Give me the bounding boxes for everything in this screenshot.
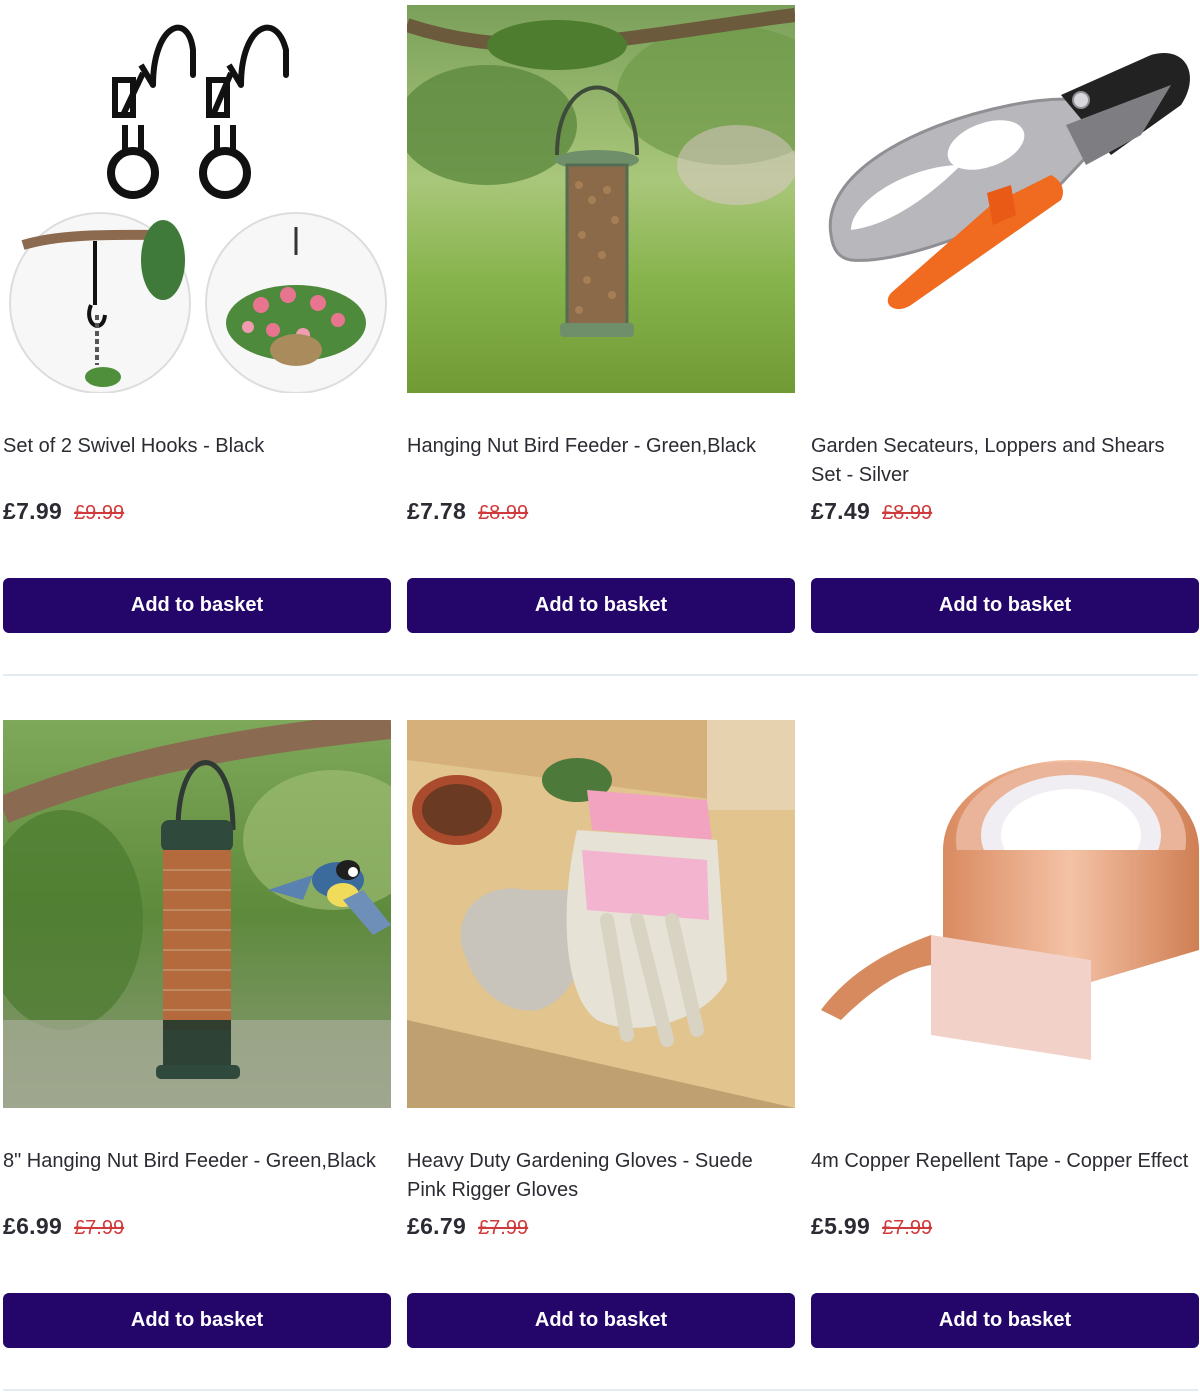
product-card: 8" Hanging Nut Bird Feeder - Green,Black… [3, 715, 391, 1355]
product-title[interactable]: Hanging Nut Bird Feeder - Green,Black [407, 432, 795, 461]
product-title[interactable]: Set of 2 Swivel Hooks - Black [3, 432, 391, 461]
nut-bird-feeder-image [407, 5, 795, 393]
product-title[interactable]: Garden Secateurs, Loppers and Shears Set… [811, 432, 1199, 490]
row-divider [3, 674, 1198, 676]
product-card: 4m Copper Repellent Tape - Copper Effect… [811, 715, 1199, 1355]
product-card: Set of 2 Swivel Hooks - Black £7.99 £9.9… [3, 0, 391, 640]
price-line: £6.99 £7.99 [3, 1213, 124, 1240]
product-image[interactable] [407, 720, 795, 1108]
bird-feeder-with-bird-image [3, 720, 391, 1108]
old-price: £9.99 [74, 502, 125, 524]
add-to-basket-button[interactable]: Add to basket [3, 578, 391, 633]
old-price: £8.99 [882, 502, 933, 524]
product-card: Hanging Nut Bird Feeder - Green,Black £7… [407, 0, 795, 640]
old-price: £7.99 [882, 1217, 933, 1239]
gardening-gloves-image [407, 720, 795, 1108]
current-price: £7.78 [407, 498, 467, 524]
old-price: £8.99 [478, 502, 529, 524]
product-image[interactable] [811, 720, 1199, 1108]
add-to-basket-button[interactable]: Add to basket [811, 578, 1199, 633]
price-line: £7.99 £9.99 [3, 498, 124, 525]
current-price: £6.79 [407, 1213, 467, 1239]
current-price: £6.99 [3, 1213, 63, 1239]
row-divider [3, 1389, 1198, 1391]
price-line: £7.49 £8.99 [811, 498, 932, 525]
price-line: £5.99 £7.99 [811, 1213, 932, 1240]
swivel-hooks-image [3, 5, 391, 393]
product-title[interactable]: 8" Hanging Nut Bird Feeder - Green,Black [3, 1147, 391, 1176]
product-title[interactable]: 4m Copper Repellent Tape - Copper Effect [811, 1147, 1199, 1176]
old-price: £7.99 [74, 1217, 125, 1239]
product-image[interactable] [407, 5, 795, 393]
product-card: Garden Secateurs, Loppers and Shears Set… [811, 0, 1199, 640]
product-title[interactable]: Heavy Duty Gardening Gloves - Suede Pink… [407, 1147, 795, 1205]
current-price: £5.99 [811, 1213, 871, 1239]
product-image[interactable] [3, 720, 391, 1108]
secateurs-image [811, 5, 1199, 393]
product-card: Heavy Duty Gardening Gloves - Suede Pink… [407, 715, 795, 1355]
price-line: £7.78 £8.99 [407, 498, 528, 525]
old-price: £7.99 [478, 1217, 529, 1239]
current-price: £7.99 [3, 498, 63, 524]
current-price: £7.49 [811, 498, 871, 524]
add-to-basket-button[interactable]: Add to basket [407, 578, 795, 633]
price-line: £6.79 £7.99 [407, 1213, 528, 1240]
add-to-basket-button[interactable]: Add to basket [407, 1293, 795, 1348]
product-image[interactable] [3, 5, 391, 393]
add-to-basket-button[interactable]: Add to basket [3, 1293, 391, 1348]
add-to-basket-button[interactable]: Add to basket [811, 1293, 1199, 1348]
copper-tape-image [811, 720, 1199, 1108]
product-image[interactable] [811, 5, 1199, 393]
